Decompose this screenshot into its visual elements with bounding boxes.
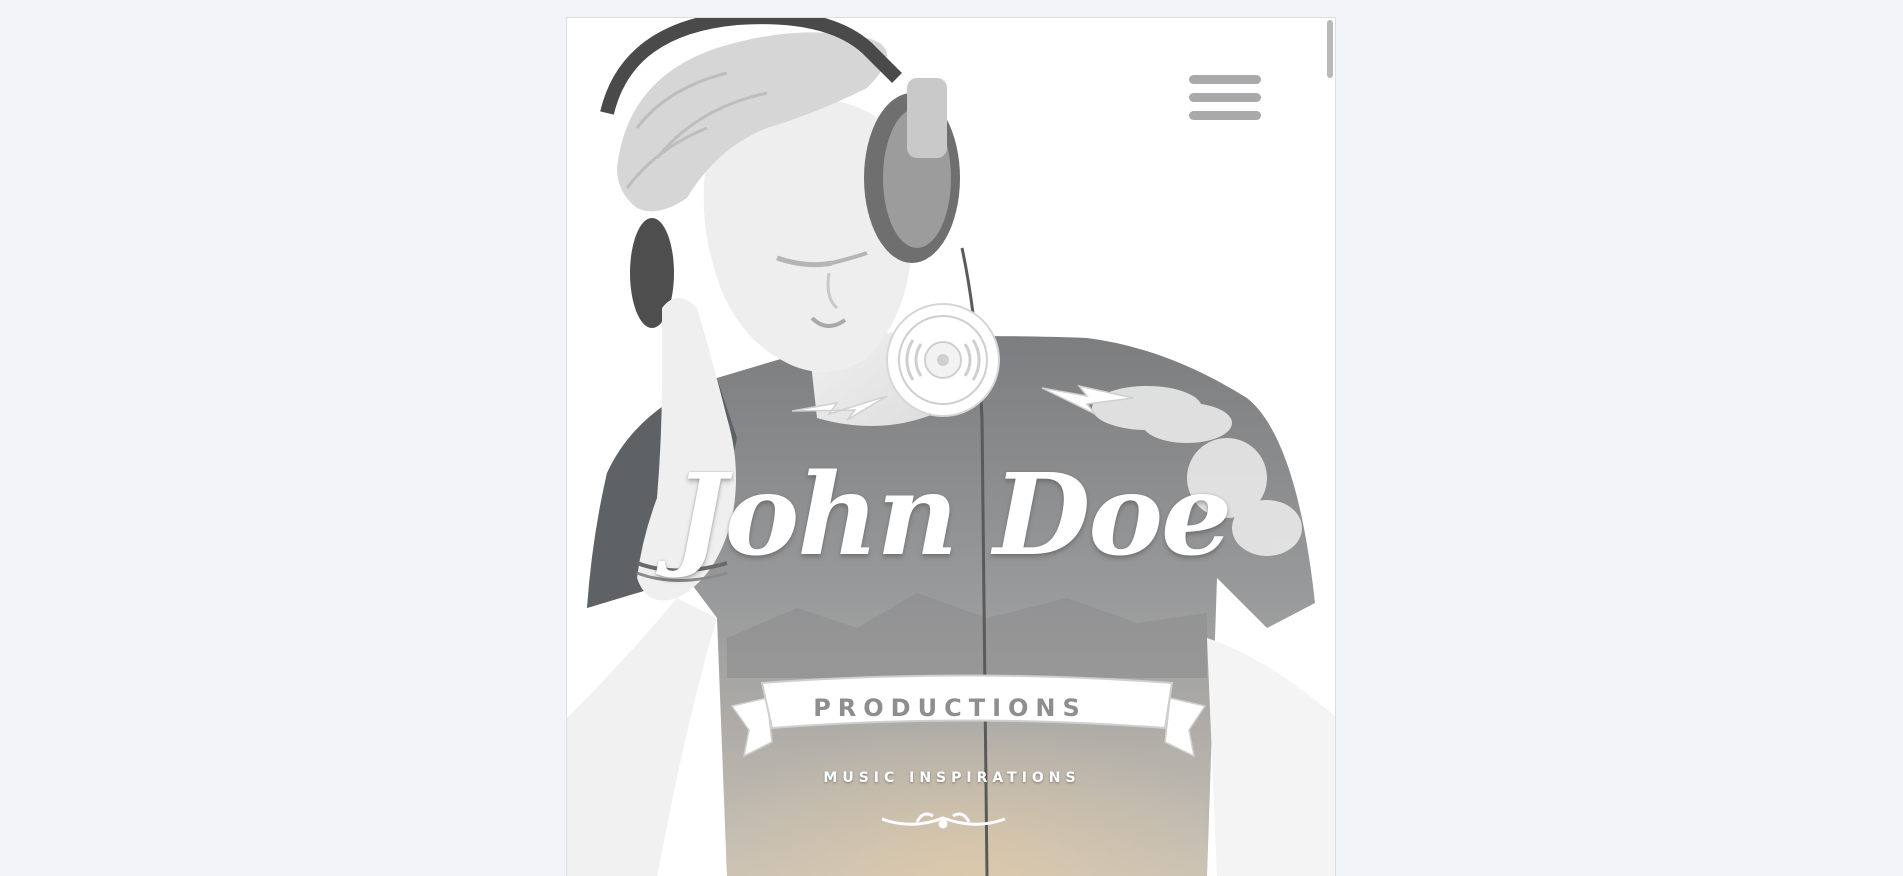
hero-photo xyxy=(567,18,1335,876)
scrollbar-thumb[interactable] xyxy=(1327,20,1333,78)
banner-label: PRODUCTIONS xyxy=(813,694,1087,722)
tagline: MUSIC INSPIRATIONS xyxy=(823,770,1081,786)
artist-name: John Doe xyxy=(673,450,1233,581)
site-frame: John Doe PRODUCTIONS MUSIC INSPIRATIONS xyxy=(566,17,1336,876)
hamburger-menu-button[interactable] xyxy=(1187,73,1265,129)
scrollbar[interactable] xyxy=(1325,18,1335,876)
